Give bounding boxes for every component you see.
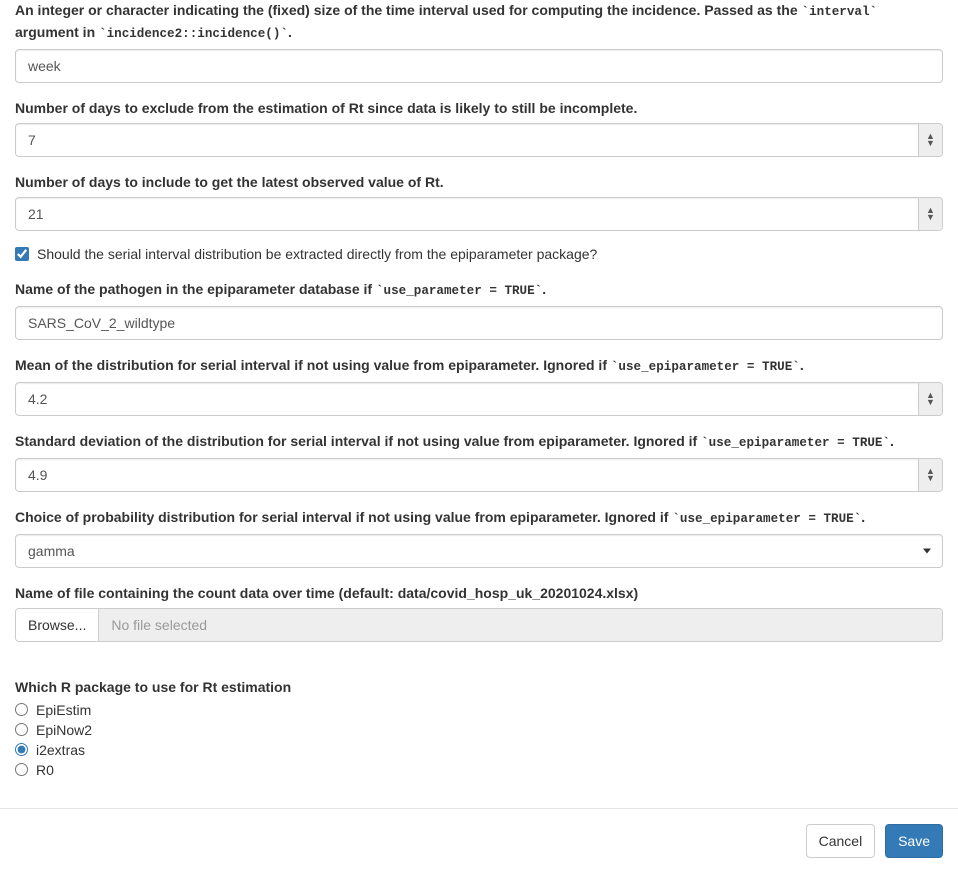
data-file-input[interactable]: Browse... No file selected [15, 608, 943, 642]
si-sd-input[interactable] [15, 458, 943, 492]
field-si-sd: Standard deviation of the distribution f… [15, 431, 943, 492]
si-mean-label: Mean of the distribution for serial inte… [15, 355, 943, 377]
pathogen-input[interactable] [15, 306, 943, 340]
number-stepper-icon[interactable]: ▲▼ [918, 459, 942, 491]
si-mean-input[interactable] [15, 382, 943, 416]
si-sd-label: Standard deviation of the distribution f… [15, 431, 943, 453]
radio-option-r0[interactable]: R0 [15, 762, 943, 778]
field-data-file: Name of file containing the count data o… [15, 583, 943, 642]
pathogen-label: Name of the pathogen in the epiparameter… [15, 279, 943, 301]
dialog-footer: Cancel Save [0, 808, 958, 873]
field-pathogen: Name of the pathogen in the epiparameter… [15, 279, 943, 340]
interval-input[interactable] [15, 49, 943, 83]
field-rt-package: Which R package to use for Rt estimation… [15, 677, 943, 778]
field-exclude-days: Number of days to exclude from the estim… [15, 98, 943, 157]
include-days-input[interactable] [15, 197, 943, 231]
interval-label: An integer or character indicating the (… [15, 0, 943, 44]
radio-i2extras[interactable] [15, 743, 28, 756]
browse-button[interactable]: Browse... [16, 609, 99, 641]
radio-epiestim[interactable] [15, 703, 28, 716]
si-dist-select[interactable]: gamma [15, 534, 943, 568]
exclude-days-input[interactable] [15, 123, 943, 157]
data-file-label: Name of file containing the count data o… [15, 583, 943, 603]
use-epiparameter-label[interactable]: Should the serial interval distribution … [15, 246, 597, 262]
si-dist-label: Choice of probability distribution for s… [15, 507, 943, 529]
field-si-dist: Choice of probability distribution for s… [15, 507, 943, 568]
exclude-days-label: Number of days to exclude from the estim… [15, 98, 943, 118]
cancel-button[interactable]: Cancel [806, 824, 876, 858]
radio-option-epinow2[interactable]: EpiNow2 [15, 722, 943, 738]
field-include-days: Number of days to include to get the lat… [15, 172, 943, 231]
file-name-display: No file selected [99, 609, 942, 641]
use-epiparameter-checkbox[interactable] [15, 247, 29, 261]
field-si-mean: Mean of the distribution for serial inte… [15, 355, 943, 416]
rt-package-label: Which R package to use for Rt estimation [15, 677, 943, 697]
number-stepper-icon[interactable]: ▲▼ [918, 198, 942, 230]
number-stepper-icon[interactable]: ▲▼ [918, 383, 942, 415]
radio-epinow2[interactable] [15, 723, 28, 736]
include-days-label: Number of days to include to get the lat… [15, 172, 943, 192]
radio-option-i2extras[interactable]: i2extras [15, 742, 943, 758]
field-interval: An integer or character indicating the (… [15, 0, 943, 83]
radio-option-epiestim[interactable]: EpiEstim [15, 702, 943, 718]
number-stepper-icon[interactable]: ▲▼ [918, 124, 942, 156]
radio-r0[interactable] [15, 763, 28, 776]
field-use-epiparameter: Should the serial interval distribution … [15, 246, 943, 264]
save-button[interactable]: Save [885, 824, 943, 858]
